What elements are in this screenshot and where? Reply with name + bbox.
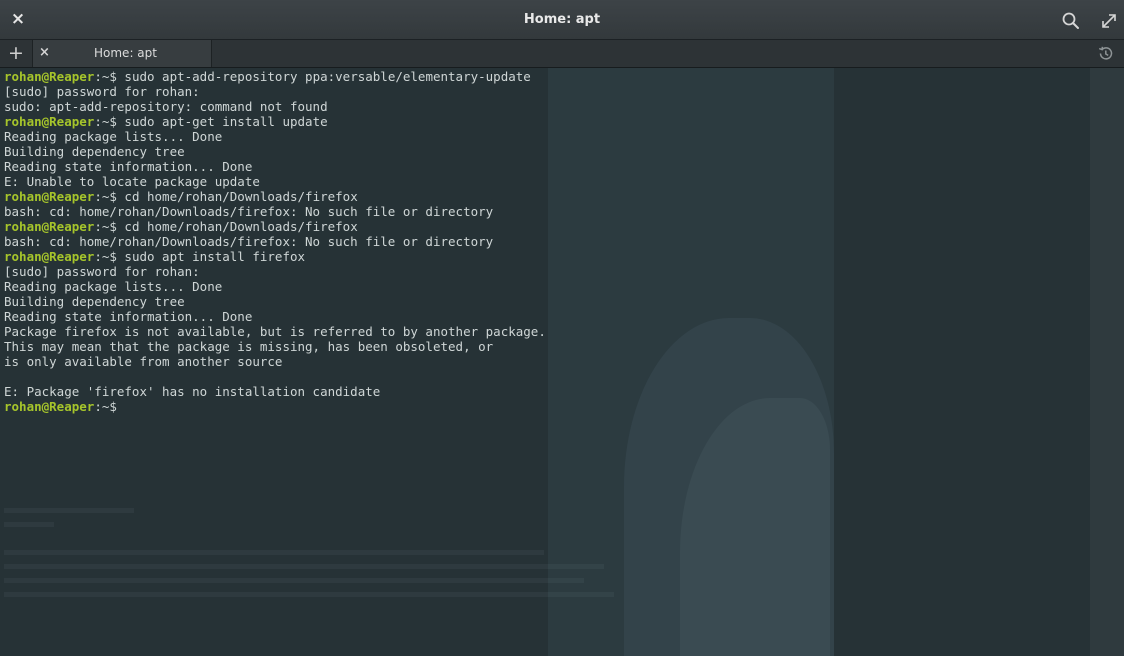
prompt-path: :~$ bbox=[94, 114, 125, 129]
output-text: Reading state information... Done bbox=[4, 159, 253, 174]
prompt-user-host: rohan@Reaper bbox=[4, 249, 95, 264]
terminal-output-line: E: Unable to locate package update bbox=[4, 174, 546, 189]
output-text: bash: cd: home/rohan/Downloads/firefox: … bbox=[4, 204, 494, 219]
command-text: cd home/rohan/Downloads/firefox bbox=[124, 189, 358, 204]
wallpaper-ghost-text bbox=[4, 508, 624, 648]
command-text: sudo apt install firefox bbox=[124, 249, 306, 264]
output-text: Package firefox is not available, but is… bbox=[4, 324, 546, 339]
prompt-user-host: rohan@Reaper bbox=[4, 69, 95, 84]
terminal-output-line: bash: cd: home/rohan/Downloads/firefox: … bbox=[4, 234, 546, 249]
prompt-user-host: rohan@Reaper bbox=[4, 189, 95, 204]
search-button[interactable] bbox=[1061, 11, 1081, 31]
tab-home-apt[interactable]: × Home: apt bbox=[32, 40, 212, 67]
output-text: is only available from another source bbox=[4, 354, 283, 369]
tab-label: Home: apt bbox=[94, 46, 157, 60]
output-text: Building dependency tree bbox=[4, 294, 185, 309]
prompt-path: :~$ bbox=[94, 69, 125, 84]
prompt-path: :~$ bbox=[94, 249, 125, 264]
output-text: [sudo] password for rohan: bbox=[4, 84, 200, 99]
output-text: Reading package lists... Done bbox=[4, 129, 223, 144]
output-text: E: Package 'firefox' has no installation… bbox=[4, 384, 381, 399]
command-text: cd home/rohan/Downloads/firefox bbox=[124, 219, 358, 234]
maximize-button[interactable] bbox=[1100, 12, 1118, 30]
prompt-user-host: rohan@Reaper bbox=[4, 219, 95, 234]
terminal-output-line: Reading state information... Done bbox=[4, 159, 546, 174]
output-text: E: Unable to locate package update bbox=[4, 174, 260, 189]
output-text: sudo: apt-add-repository: command not fo… bbox=[4, 99, 328, 114]
prompt-user-host: rohan@Reaper bbox=[4, 114, 95, 129]
terminal-output-line: E: Package 'firefox' has no installation… bbox=[4, 384, 546, 399]
command-text: sudo apt-add-repository ppa:versable/ele… bbox=[124, 69, 531, 84]
terminal-output-line: sudo: apt-add-repository: command not fo… bbox=[4, 99, 546, 114]
terminal-output-line: Building dependency tree bbox=[4, 144, 546, 159]
tab-close-button[interactable]: × bbox=[39, 45, 50, 60]
plus-icon: + bbox=[8, 42, 24, 64]
new-tab-button[interactable]: + bbox=[6, 43, 26, 63]
terminal-output-line: Reading package lists... Done bbox=[4, 279, 546, 294]
terminal-command-line: rohan@Reaper:~$ bbox=[4, 399, 546, 414]
output-text: bash: cd: home/rohan/Downloads/firefox: … bbox=[4, 234, 494, 249]
output-text: Reading package lists... Done bbox=[4, 279, 223, 294]
terminal-output-line: is only available from another source bbox=[4, 354, 546, 369]
search-icon bbox=[1062, 12, 1079, 29]
prompt-path: :~$ bbox=[94, 189, 125, 204]
command-text: sudo apt-get install update bbox=[124, 114, 328, 129]
tab-bar: + × Home: apt bbox=[0, 40, 1124, 68]
window-title: Home: apt bbox=[523, 12, 601, 27]
history-icon bbox=[1098, 46, 1113, 60]
wallpaper-edge bbox=[1090, 68, 1124, 656]
terminal-output-line: Package firefox is not available, but is… bbox=[4, 324, 546, 339]
prompt-user-host: rohan@Reaper bbox=[4, 399, 95, 414]
output-text: Building dependency tree bbox=[4, 144, 185, 159]
output-text: [sudo] password for rohan: bbox=[4, 264, 200, 279]
text-cursor bbox=[117, 399, 125, 413]
terminal-area[interactable]: rohan@Reaper:~$ sudo apt-add-repository … bbox=[0, 68, 1124, 656]
prompt-path: :~$ bbox=[94, 219, 125, 234]
terminal-command-line: rohan@Reaper:~$ cd home/rohan/Downloads/… bbox=[4, 219, 546, 234]
terminal-command-line: rohan@Reaper:~$ sudo apt install firefox bbox=[4, 249, 546, 264]
terminal-output-line: bash: cd: home/rohan/Downloads/firefox: … bbox=[4, 204, 546, 219]
prompt-path: :~$ bbox=[94, 399, 117, 414]
terminal-output-line: Reading package lists... Done bbox=[4, 129, 546, 144]
title-bar: × Home: apt bbox=[0, 0, 1124, 40]
terminal-output: rohan@Reaper:~$ sudo apt-add-repository … bbox=[4, 69, 546, 414]
output-text: This may mean that the package is missin… bbox=[4, 339, 494, 354]
terminal-output-line: [sudo] password for rohan: bbox=[4, 84, 546, 99]
terminal-output-line: [sudo] password for rohan: bbox=[4, 264, 546, 279]
terminal-output-line: This may mean that the package is missin… bbox=[4, 339, 546, 354]
terminal-command-line: rohan@Reaper:~$ sudo apt-add-repository … bbox=[4, 69, 546, 84]
terminal-command-line: rohan@Reaper:~$ cd home/rohan/Downloads/… bbox=[4, 189, 546, 204]
terminal-output-line: Reading state information... Done bbox=[4, 309, 546, 324]
history-button[interactable] bbox=[1097, 45, 1114, 62]
terminal-output-line: Building dependency tree bbox=[4, 294, 546, 309]
output-text: Reading state information... Done bbox=[4, 309, 253, 324]
terminal-command-line: rohan@Reaper:~$ sudo apt-get install upd… bbox=[4, 114, 546, 129]
maximize-icon bbox=[1102, 14, 1116, 28]
terminal-window: × Home: apt + × Home: apt rohan@Reaper:~… bbox=[0, 0, 1124, 656]
